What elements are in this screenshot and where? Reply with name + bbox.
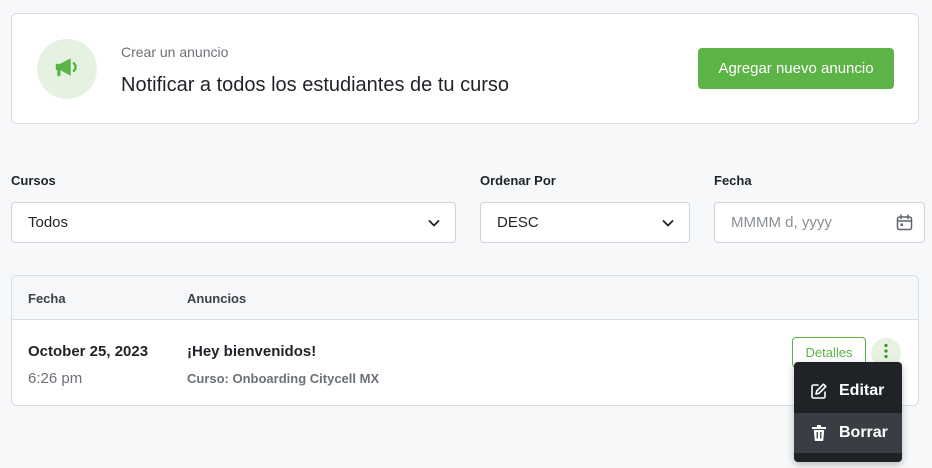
kebab-icon [884, 343, 888, 364]
trash-icon [810, 424, 828, 442]
chevron-down-icon [661, 216, 675, 234]
calendar-icon[interactable] [896, 214, 913, 236]
menu-item-delete[interactable]: Borrar [794, 413, 902, 453]
date-input[interactable] [714, 202, 925, 243]
chevron-down-icon [427, 216, 441, 234]
order-label: Ordenar Por [480, 173, 556, 188]
announcement-title: Notificar a todos los estudiantes de tu … [121, 74, 509, 96]
order-select-value: DESC [497, 214, 539, 231]
row-time: 6:26 pm [28, 370, 83, 387]
column-header-announcements: Anuncios [187, 291, 247, 306]
menu-item-label: Borrar [839, 424, 888, 441]
megaphone-badge [37, 39, 97, 99]
row-title: ¡Hey bienvenidos! [187, 343, 317, 360]
announcements-table: Fecha Anuncios October 25, 2023 6:26 pm … [11, 275, 919, 406]
row-course: Curso: Onboarding Citycell MX [187, 371, 380, 386]
menu-item-edit[interactable]: Editar [794, 371, 902, 411]
column-header-date: Fecha [28, 291, 66, 306]
order-select[interactable]: DESC [480, 202, 690, 243]
date-label: Fecha [714, 173, 752, 188]
row-actions-menu: Editar Borrar [794, 362, 902, 462]
announcement-subtitle: Crear un anuncio [121, 44, 229, 60]
add-announcement-button[interactable]: Agregar nuevo anuncio [698, 48, 894, 89]
announcement-card: Crear un anuncio Notificar a todos los e… [11, 13, 919, 124]
courses-label: Cursos [11, 173, 56, 188]
table-header: Fecha Anuncios [12, 276, 918, 320]
courses-select[interactable]: Todos [11, 202, 456, 243]
menu-item-label: Editar [839, 382, 885, 399]
megaphone-icon [52, 52, 82, 87]
edit-icon [810, 382, 828, 400]
courses-select-value: Todos [28, 214, 69, 231]
row-date: October 25, 2023 [28, 343, 149, 360]
